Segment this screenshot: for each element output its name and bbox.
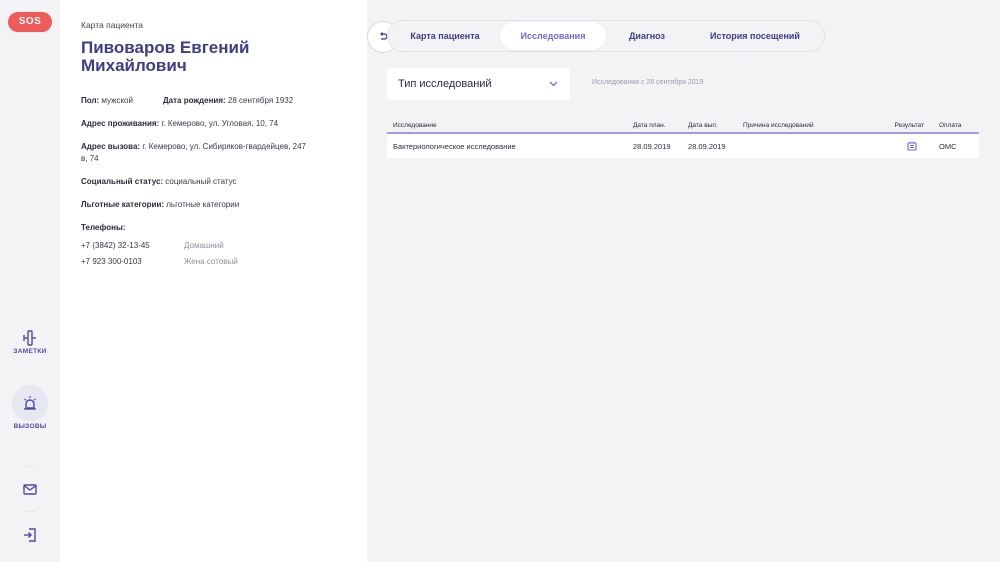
notes-icon: [23, 330, 36, 346]
mail-nav-item[interactable]: [0, 484, 60, 495]
rail-divider: ...: [25, 460, 35, 469]
calls-active-indicator: [12, 385, 48, 421]
research-type-value: Тип исследований: [398, 78, 492, 90]
social-status-label: Социальный статус:: [81, 177, 164, 186]
cell-payment: ОМС: [939, 141, 957, 151]
section-tabs: Карта пациента Исследования Диагноз Исто…: [387, 20, 825, 52]
benefits-label: Льготные категории:: [81, 200, 165, 209]
header-payment: Оплата: [939, 121, 962, 129]
header-result: Результат: [894, 121, 924, 129]
cell-study: Бактериологическое исследование: [393, 141, 516, 151]
notes-label: ЗАМЕТКИ: [13, 348, 47, 355]
phones-label: Телефоны:: [81, 223, 126, 232]
tab-diagnosis[interactable]: Диагноз: [606, 22, 688, 50]
patient-card-panel: Карта пациента Пивоваров Евгений Михайло…: [60, 0, 399, 562]
logout-icon: [24, 528, 36, 542]
header-planned-date: Дата план.: [633, 121, 666, 129]
sos-button[interactable]: SOS: [8, 12, 52, 32]
table-row[interactable]: Бактериологическое исследование 28.09.20…: [387, 134, 979, 158]
patient-name: Пивоваров Евгений Михайлович: [81, 38, 250, 75]
alarm-icon: [24, 396, 36, 410]
card-header: Карта пациента: [81, 20, 143, 30]
header-study: Исследование: [393, 121, 437, 129]
research-type-select[interactable]: Тип исследований: [387, 68, 570, 100]
dob-label: Дата рождения:: [162, 96, 226, 105]
left-rail: SOS ЗАМЕТКИ ВЫЗОВЫ ... ...: [0, 0, 60, 562]
phone-number[interactable]: +7 (3842) 32-13-45: [81, 240, 184, 252]
cell-planned-date: 28.09.2019: [633, 141, 671, 151]
calls-label: ВЫЗОВЫ: [13, 423, 47, 430]
research-table: Исследование Дата план. Дата вып. Причин…: [387, 118, 979, 158]
document-icon[interactable]: [907, 141, 917, 151]
dob-value: 28 сентября 1932: [227, 96, 294, 105]
residence-label: Адрес проживания:: [81, 119, 160, 128]
benefits-row: Льготные категории: льготные категории: [81, 199, 367, 211]
social-status-value: социальный статус: [165, 177, 237, 186]
tab-research[interactable]: Исследования: [500, 22, 606, 50]
rail-divider: ...: [25, 505, 35, 514]
header-reason: Причина исследований: [743, 121, 814, 129]
phone-type: Домашний: [184, 241, 224, 250]
header-done-date: Дата вып.: [688, 121, 718, 129]
research-since-text: Исследования с 28 сентября 2019: [592, 79, 704, 86]
residence-row: Адрес проживания: г. Кемерово, ул. Углов…: [81, 118, 367, 130]
tab-patient-card[interactable]: Карта пациента: [390, 22, 500, 50]
phone-number[interactable]: +7 923 300-0103: [81, 256, 184, 268]
notes-nav-item[interactable]: ЗАМЕТКИ: [0, 330, 60, 355]
call-address-row: Адрес вызова: г. Кемерово, ул. Сибиряков…: [81, 141, 311, 165]
gender-label: Пол:: [81, 96, 100, 105]
phones-heading: Телефоны:: [81, 222, 367, 234]
phone-row: +7 923 300-0103 Жена сотовый: [81, 256, 367, 268]
cell-done-date: 28.09.2019: [688, 141, 726, 151]
phone-row: +7 (3842) 32-13-45 Домашний: [81, 240, 367, 252]
gender-dob-row: Пол: мужской Дата рождения: 28 сентября …: [81, 95, 367, 107]
table-header: Исследование Дата план. Дата вып. Причин…: [387, 118, 979, 134]
residence-value: г. Кемерово, ул. Угловая, 10, 74: [161, 119, 279, 128]
phones-list: +7 (3842) 32-13-45 Домашний +7 923 300-0…: [81, 240, 367, 268]
calls-nav-item[interactable]: ВЫЗОВЫ: [0, 385, 60, 430]
tab-visit-history[interactable]: История посещений: [688, 22, 822, 50]
logout-nav-item[interactable]: [0, 528, 60, 542]
mail-icon: [23, 484, 37, 495]
benefits-value: льготные категории: [166, 200, 240, 209]
gender-value: мужской: [101, 96, 133, 105]
cell-result: [884, 141, 929, 151]
call-address-label: Адрес вызова:: [81, 142, 141, 151]
phone-type: Жена сотовый: [184, 257, 238, 266]
social-status-row: Социальный статус: социальный статус: [81, 176, 367, 188]
chevron-down-icon: [549, 81, 558, 87]
